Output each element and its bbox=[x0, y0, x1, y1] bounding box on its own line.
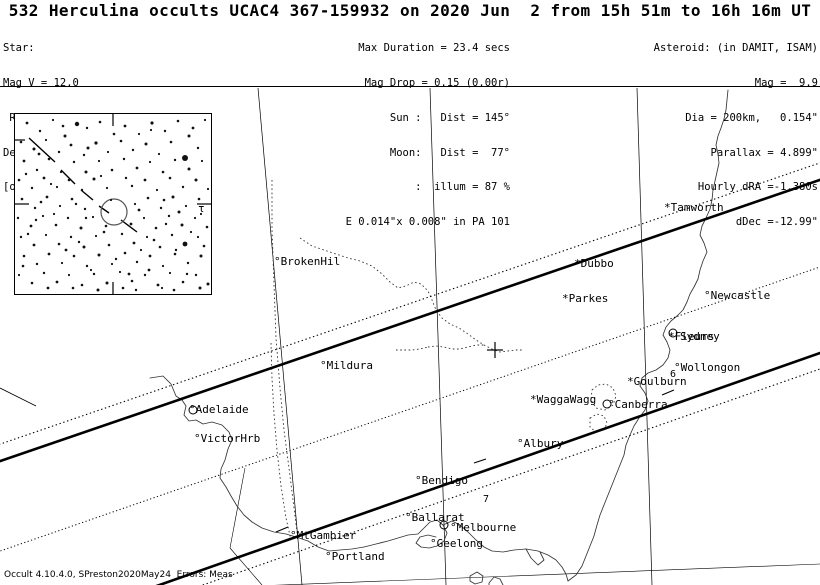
place-label: °Bendigo bbox=[415, 474, 468, 487]
star-label: Star: bbox=[3, 42, 35, 55]
place-label: °Geelong bbox=[430, 537, 483, 550]
place-label: *WaggaWagg bbox=[530, 393, 597, 406]
page-title: 532 Herculina occults UCAC4 367-159932 o… bbox=[8, 1, 812, 20]
place-label: °Newcastle bbox=[704, 289, 771, 302]
place-label: °MtGambier bbox=[290, 529, 357, 542]
path-tick-number: 6 bbox=[670, 369, 677, 380]
inset-leader-lines bbox=[0, 387, 37, 407]
star-field-graphics bbox=[15, 114, 211, 294]
place-label: *Goulburn bbox=[627, 375, 687, 388]
place-label: *Dubbo bbox=[574, 257, 614, 270]
footer-credit: Occult 4.10.4.0, SPreston2020May24 Error… bbox=[4, 570, 233, 580]
max-duration: Max Duration = 23.4 secs bbox=[358, 42, 510, 55]
occultation-prediction-page: 532 Herculina occults UCAC4 367-159932 o… bbox=[0, 0, 820, 585]
place-label: Sydney bbox=[680, 330, 720, 343]
path-tick-number: 7 bbox=[483, 494, 490, 505]
place-label: °Adelaide bbox=[189, 403, 249, 416]
place-label: °Canberra bbox=[608, 398, 668, 411]
place-label: *Tamworth bbox=[664, 201, 724, 214]
place-label: °Melbourne bbox=[450, 521, 517, 534]
place-label: °Portland bbox=[325, 550, 385, 563]
path-southern-limit bbox=[155, 351, 820, 585]
place-label: *Parkes bbox=[562, 292, 609, 305]
place-label: °Albury bbox=[517, 437, 564, 450]
subpoint-crosshair-marker bbox=[487, 342, 503, 358]
header: 532 Herculina occults UCAC4 367-159932 o… bbox=[0, 0, 820, 228]
place-label: °Mildura bbox=[320, 359, 373, 372]
header-divider bbox=[0, 86, 820, 87]
path-time-ticks bbox=[275, 389, 675, 533]
place-label: °VictorHrb bbox=[194, 432, 261, 445]
place-label: °BrokenHil bbox=[274, 255, 341, 268]
asteroid-label: Asteroid: (in DAMIT, ISAM) bbox=[653, 42, 818, 55]
star-field-inset bbox=[14, 113, 212, 295]
place-label: °Wollongon bbox=[674, 361, 741, 374]
inset-tau-label: τ bbox=[198, 202, 205, 215]
